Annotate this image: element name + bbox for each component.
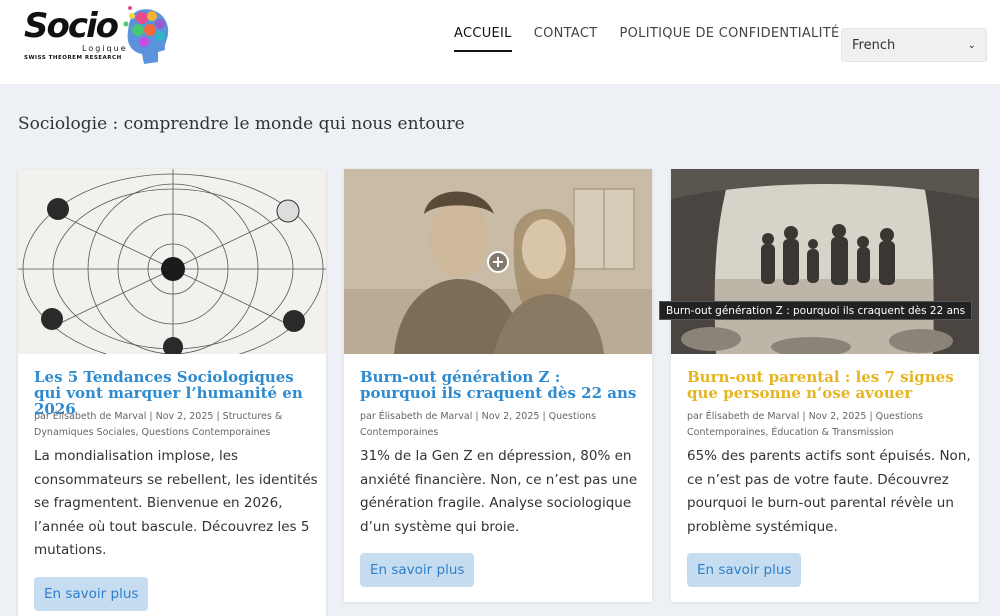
- chevron-down-icon: ⌄: [967, 39, 976, 51]
- article-excerpt: 31% de la Gen Z en dépression, 80% en an…: [360, 448, 638, 535]
- article-title[interactable]: Burn-out parental : les 7 signes que per…: [687, 369, 967, 401]
- article-card: Les 5 Tendances Sociologiques qui vont m…: [18, 169, 326, 616]
- article-meta: par Élisabeth de Marval | Nov 2, 2025 | …: [34, 411, 283, 438]
- article-excerpt: 65% des parents actifs sont épuisés. Non…: [687, 448, 971, 535]
- logo-tagline: SWISS THEOREM RESEARCH: [24, 55, 122, 61]
- logo-head-icon: [123, 6, 169, 65]
- article-card: Burn-out parental : les 7 signes que per…: [671, 169, 979, 602]
- nav-item-accueil[interactable]: ACCUEIL: [454, 26, 512, 52]
- main-nav: ACCUEIL CONTACT POLITIQUE DE CONFIDENTIA…: [454, 26, 839, 52]
- logo-wordmark: Socio: [24, 6, 119, 46]
- article-card: + Burn-out génération Z : pourquoi ils c…: [344, 169, 652, 602]
- page-title: Sociologie : comprendre le monde qui nou…: [18, 114, 465, 134]
- article-meta: par Élisabeth de Marval | Nov 2, 2025 | …: [360, 411, 597, 438]
- read-more-button[interactable]: En savoir plus: [687, 553, 802, 587]
- language-selected-value: French: [852, 37, 896, 53]
- article-thumbnail-couple[interactable]: +: [344, 169, 652, 354]
- read-more-button[interactable]: En savoir plus: [360, 553, 475, 587]
- site-logo[interactable]: Socio Logique SWISS THEOREM RESEARCH: [22, 4, 174, 68]
- article-title[interactable]: Burn-out génération Z : pourquoi ils cra…: [360, 369, 640, 401]
- nav-item-politique[interactable]: POLITIQUE DE CONFIDENTIALITÉ: [619, 26, 839, 41]
- article-thumbnail-family-trees[interactable]: [671, 169, 979, 354]
- site-header: Socio Logique SWISS THEOREM RESEARCH ACC…: [0, 0, 1000, 84]
- article-meta: par Élisabeth de Marval | Nov 2, 2025 | …: [687, 411, 924, 438]
- article-thumbnail-spheres[interactable]: [18, 169, 326, 354]
- language-select[interactable]: French ⌄: [841, 28, 987, 62]
- image-tooltip: Burn-out génération Z : pourquoi ils cra…: [659, 301, 973, 320]
- nav-item-contact[interactable]: CONTACT: [534, 26, 598, 41]
- read-more-button[interactable]: En savoir plus: [34, 577, 149, 611]
- plus-icon[interactable]: +: [487, 251, 509, 273]
- article-excerpt: La mondialisation implose, les consommat…: [34, 448, 318, 558]
